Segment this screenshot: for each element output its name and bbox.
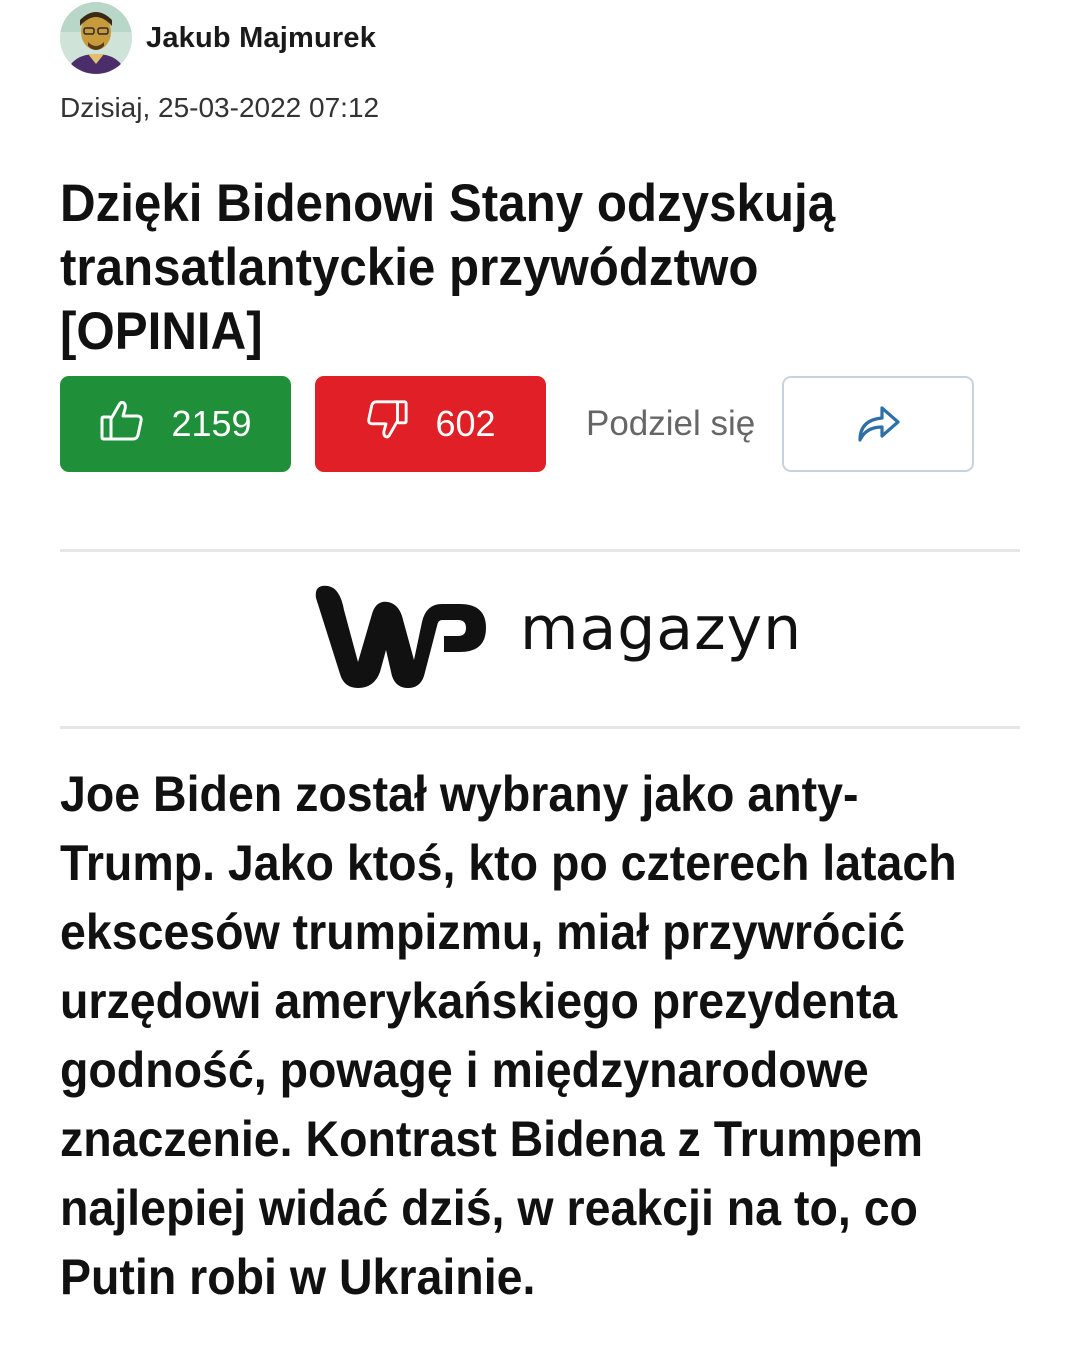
article-title: Dzięki Bidenowi Stany odzyskują transatl… <box>60 174 836 361</box>
brand-logo[interactable]: magazyn <box>310 582 802 692</box>
share-button[interactable] <box>782 376 974 472</box>
share-arrow-icon <box>854 400 902 449</box>
wp-logo <box>310 580 490 695</box>
article-lead: Joe Biden został wybrany jako anty-Trump… <box>60 766 957 1305</box>
share-label: Podziel się <box>586 404 756 443</box>
dislike-count: 602 <box>435 403 496 444</box>
author-avatar[interactable] <box>60 2 132 74</box>
reaction-bar: 2159 602 Podziel się <box>60 376 1020 472</box>
thumbs-down-icon <box>365 398 435 451</box>
publish-date: Dzisiaj, 25-03-2022 07:12 <box>60 92 380 123</box>
author-block[interactable]: Jakub Majmurek <box>60 2 376 74</box>
dislike-button[interactable]: 602 <box>315 376 546 472</box>
like-button[interactable]: 2159 <box>60 376 291 472</box>
divider <box>60 549 1020 552</box>
author-name[interactable]: Jakub Majmurek <box>146 22 376 55</box>
brand-name: magazyn <box>520 594 803 664</box>
thumbs-up-icon <box>99 397 171 452</box>
divider <box>60 726 1020 729</box>
like-count: 2159 <box>171 403 252 444</box>
